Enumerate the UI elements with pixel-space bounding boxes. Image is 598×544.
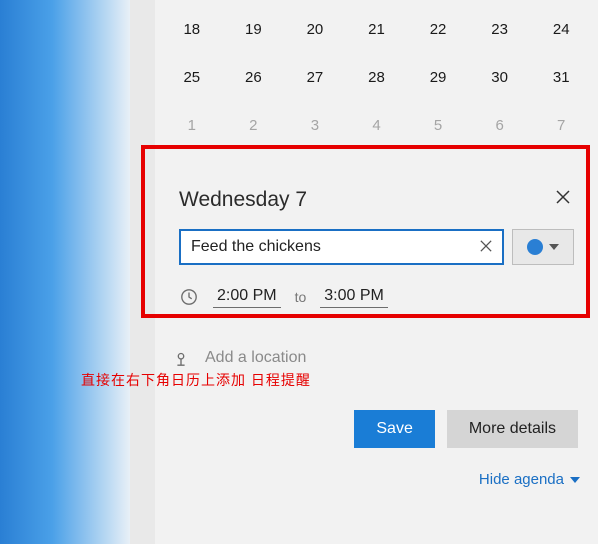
calendar-day[interactable]: 3: [284, 102, 346, 150]
calendar-day[interactable]: 6: [469, 102, 531, 150]
calendar-day[interactable]: 5: [407, 102, 469, 150]
hide-agenda-label: Hide agenda: [479, 471, 564, 488]
time-to-label: to: [295, 289, 307, 305]
calendar-panel: 18 19 20 21 22 23 24 25 26 27 28 29 30 3…: [155, 0, 598, 544]
close-icon[interactable]: [552, 186, 574, 213]
clock-icon: [179, 287, 199, 307]
calendar-day[interactable]: 25: [161, 54, 223, 102]
hide-agenda-link[interactable]: Hide agenda: [479, 471, 580, 488]
calendar-day[interactable]: 28: [346, 54, 408, 102]
save-button[interactable]: Save: [354, 410, 434, 448]
event-day-title: Wednesday 7: [179, 188, 307, 212]
sidebar-gradient: [0, 0, 130, 544]
calendar-day[interactable]: 22: [407, 6, 469, 54]
chevron-down-icon: [570, 477, 580, 483]
calendar-day[interactable]: 4: [346, 102, 408, 150]
calendar-grid: 18 19 20 21 22 23 24 25 26 27 28 29 30 3…: [155, 0, 598, 150]
color-dot-icon: [527, 239, 543, 255]
location-input[interactable]: Add a location: [205, 349, 306, 367]
calendar-day[interactable]: 24: [530, 6, 592, 54]
calendar-day[interactable]: 26: [223, 54, 285, 102]
calendar-day[interactable]: 29: [407, 54, 469, 102]
calendar-day[interactable]: 20: [284, 6, 346, 54]
calendar-day[interactable]: 27: [284, 54, 346, 102]
calendar-day[interactable]: 19: [223, 6, 285, 54]
more-details-button[interactable]: More details: [447, 410, 578, 448]
event-quick-add-card: Wednesday 7 2:00 PM to 3:00 PM: [163, 168, 590, 322]
calendar-day[interactable]: 30: [469, 54, 531, 102]
end-time-field[interactable]: 3:00 PM: [320, 285, 388, 308]
annotation-text: 直接在右下角日历上添加 日程提醒: [81, 370, 311, 390]
calendar-day[interactable]: 7: [530, 102, 592, 150]
calendar-day[interactable]: 21: [346, 6, 408, 54]
event-name-field-wrap: [179, 229, 504, 265]
calendar-day[interactable]: 18: [161, 6, 223, 54]
chevron-down-icon: [549, 244, 559, 250]
calendar-day[interactable]: 1: [161, 102, 223, 150]
event-color-picker[interactable]: [512, 229, 574, 265]
calendar-day[interactable]: 23: [469, 6, 531, 54]
event-name-input[interactable]: [191, 238, 476, 256]
calendar-day[interactable]: 31: [530, 54, 592, 102]
location-icon: [171, 348, 191, 368]
calendar-day[interactable]: 2: [223, 102, 285, 150]
start-time-field[interactable]: 2:00 PM: [213, 285, 281, 308]
clear-input-icon[interactable]: [476, 239, 496, 255]
